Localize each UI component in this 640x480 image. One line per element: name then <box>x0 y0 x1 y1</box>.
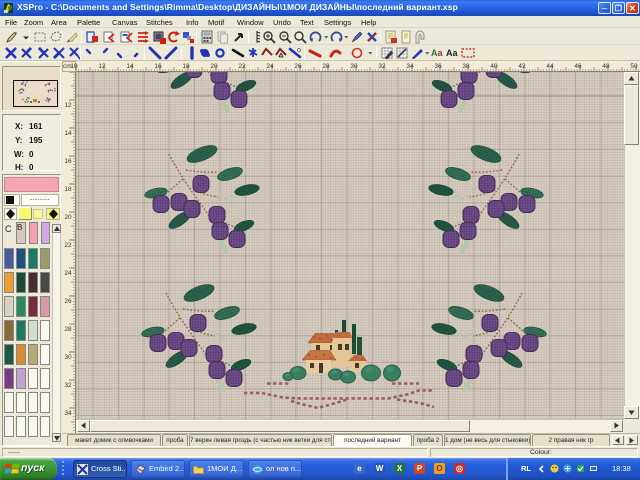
svg-text:34: 34 <box>406 63 414 70</box>
svg-text:14: 14 <box>64 130 72 137</box>
svg-text:18: 18 <box>64 186 72 193</box>
svg-text:24: 24 <box>64 270 72 277</box>
svg-text:22: 22 <box>238 63 246 70</box>
svg-text:38: 38 <box>462 63 470 70</box>
svg-text:32: 32 <box>64 382 72 389</box>
svg-text:20: 20 <box>210 63 218 70</box>
svg-text:14: 14 <box>126 63 134 70</box>
svg-text:16: 16 <box>154 63 162 70</box>
svg-text:12: 12 <box>98 63 106 70</box>
svg-text:26: 26 <box>294 63 302 70</box>
svg-text:46: 46 <box>574 63 582 70</box>
svg-text:42: 42 <box>518 63 526 70</box>
svg-text:24: 24 <box>266 63 274 70</box>
svg-text:36: 36 <box>434 63 442 70</box>
svg-text:28: 28 <box>64 326 72 333</box>
svg-text:48: 48 <box>602 63 610 70</box>
svg-text:12: 12 <box>64 102 72 109</box>
svg-text:16: 16 <box>64 158 72 165</box>
svg-text:26: 26 <box>64 298 72 305</box>
svg-text:10: 10 <box>70 63 78 70</box>
svg-text:30: 30 <box>350 63 358 70</box>
svg-text:22: 22 <box>64 242 72 249</box>
svg-text:34: 34 <box>64 410 72 417</box>
svg-text:18: 18 <box>182 63 190 70</box>
svg-text:30: 30 <box>64 354 72 361</box>
svg-text:40: 40 <box>490 63 498 70</box>
svg-text:32: 32 <box>378 63 386 70</box>
svg-text:20: 20 <box>64 214 72 221</box>
svg-text:28: 28 <box>322 63 330 70</box>
svg-text:44: 44 <box>546 63 554 70</box>
svg-text:50: 50 <box>630 63 638 70</box>
